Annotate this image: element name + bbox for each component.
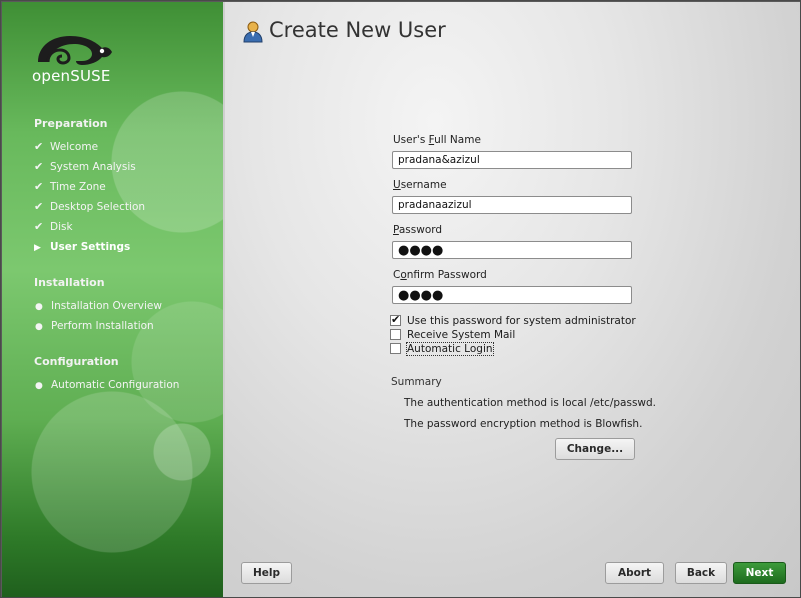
page-title: Create New User	[269, 18, 446, 42]
username-input[interactable]	[392, 196, 632, 214]
step-label: System Analysis	[50, 161, 136, 173]
main-panel: Create New User User's Full Name Usernam…	[225, 2, 800, 597]
step-perform-installation: ● Perform Installation	[34, 318, 154, 334]
username-label: Username	[393, 179, 447, 191]
step-automatic-configuration: ● Automatic Configuration	[34, 377, 179, 393]
change-button[interactable]: Change...	[555, 438, 635, 460]
bullet-icon: ●	[35, 302, 43, 312]
step-label: Desktop Selection	[50, 201, 146, 213]
arrow-right-icon: ▶	[34, 243, 41, 253]
full-name-input[interactable]	[392, 151, 632, 169]
confirm-password-dots: ●●●●	[398, 288, 444, 303]
opensuse-logo: openSUSE	[32, 32, 122, 92]
checkbox-label: Automatic Login	[406, 342, 494, 356]
section-title-installation: Installation	[34, 276, 105, 289]
step-desktop-selection: ✔ Desktop Selection	[34, 199, 145, 215]
step-label: User Settings	[50, 241, 131, 253]
checkmark-icon: ✔	[34, 140, 44, 153]
bullet-icon: ●	[35, 322, 43, 332]
full-name-label: User's Full Name	[393, 134, 481, 146]
step-welcome: ✔ Welcome	[34, 139, 98, 155]
step-label: Welcome	[50, 141, 99, 153]
step-label: Automatic Configuration	[51, 379, 180, 391]
summary-auth-method: The authentication method is local /etc/…	[404, 397, 657, 409]
back-button[interactable]: Back	[675, 562, 727, 584]
summary-title: Summary	[391, 376, 442, 388]
step-disk: ✔ Disk	[34, 219, 73, 235]
checkbox-label: Use this password for system administrat…	[407, 315, 636, 327]
step-label: Time Zone	[50, 181, 106, 193]
step-label: Disk	[50, 221, 73, 233]
bullet-icon: ●	[35, 381, 43, 391]
checkbox-checked-icon[interactable]	[390, 313, 401, 327]
checkmark-icon: ✔	[34, 180, 44, 193]
installer-window: openSUSE Preparation ✔ Welcome ✔ System An…	[0, 0, 801, 598]
section-title-preparation: Preparation	[34, 117, 108, 130]
checkbox-icon[interactable]	[390, 328, 401, 340]
confirm-password-input[interactable]: ●●●●	[392, 286, 632, 304]
checkmark-icon: ✔	[34, 220, 44, 233]
summary-encryption-method: The password encryption method is Blowfi…	[404, 418, 643, 430]
step-system-analysis: ✔ System Analysis	[34, 159, 136, 175]
receive-system-mail-checkbox[interactable]: Receive System Mail	[390, 328, 515, 342]
abort-button[interactable]: Abort	[605, 562, 664, 584]
section-title-configuration: Configuration	[34, 355, 119, 368]
password-input[interactable]: ●●●●	[392, 241, 632, 259]
checkbox-icon[interactable]	[390, 342, 401, 354]
step-label: Installation Overview	[51, 300, 162, 312]
sidebar: openSUSE Preparation ✔ Welcome ✔ System An…	[2, 2, 225, 597]
user-icon	[243, 21, 263, 43]
chameleon-icon	[38, 36, 112, 65]
logo-text: openSUSE	[32, 67, 111, 85]
step-time-zone: ✔ Time Zone	[34, 179, 106, 195]
checkmark-icon: ✔	[34, 200, 44, 213]
confirm-password-label: Confirm Password	[393, 269, 487, 281]
step-user-settings: ▶ User Settings	[34, 239, 130, 255]
password-label: Password	[393, 224, 443, 236]
automatic-login-checkbox[interactable]: Automatic Login	[390, 342, 494, 356]
next-button[interactable]: Next	[733, 562, 786, 584]
admin-password-checkbox[interactable]: Use this password for system administrat…	[390, 313, 636, 328]
step-label: Perform Installation	[51, 320, 154, 332]
checkmark-icon: ✔	[34, 160, 44, 173]
step-installation-overview: ● Installation Overview	[34, 298, 162, 314]
password-dots: ●●●●	[398, 243, 444, 258]
help-button[interactable]: Help	[241, 562, 292, 584]
checkbox-label: Receive System Mail	[407, 329, 516, 341]
